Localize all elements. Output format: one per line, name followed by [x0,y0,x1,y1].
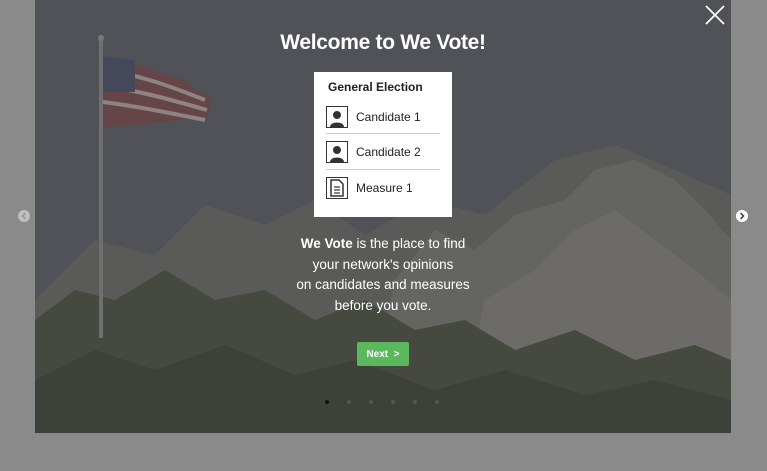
description-line-2: your network's opinions [312,256,454,272]
intro-description: We Vote is the place to find your networ… [35,234,731,316]
ballot-item-label: Measure 1 [356,180,413,195]
pagination-dot-6[interactable] [435,400,439,404]
pagination-dot-5[interactable] [413,400,417,404]
description-line-4: before you vote. [334,297,432,313]
modal-title: Welcome to We Vote! [280,31,486,54]
next-button[interactable]: Next > [357,342,409,366]
ballot-item: Candidate 1 [326,100,440,133]
pagination-dots [325,400,439,406]
ballot-preview-card: General Election Candidate 1 Candidate 2… [314,72,452,217]
pagination-dot-3[interactable] [369,400,373,404]
person-icon [326,140,348,163]
brand-name: We Vote [300,236,353,251]
description-line-1: We Vote is the place to find [35,234,731,255]
ballot-heading: General Election [328,80,423,94]
pagination-dot-2[interactable] [347,400,351,404]
ballot-item-label: Candidate 2 [356,144,421,159]
close-button[interactable] [703,3,727,27]
close-icon [705,5,725,25]
description-line-1-text: is the place to find [352,236,466,251]
document-icon [326,176,348,199]
ballot-item-label: Candidate 1 [356,109,421,124]
chevron-right-icon [739,212,745,220]
ballot-item: Measure 1 [326,169,440,205]
chevron-left-icon [21,212,27,220]
pagination-dot-1[interactable] [325,400,329,404]
pagination-dot-4[interactable] [391,400,395,404]
description-line-3: on candidates and measures [296,277,470,292]
previous-slide-button[interactable] [18,210,30,222]
person-icon [326,105,348,128]
intro-slide: Welcome to We Vote! General Election Can… [35,0,731,433]
next-slide-button[interactable] [736,210,748,222]
ballot-item: Candidate 2 [326,133,440,169]
